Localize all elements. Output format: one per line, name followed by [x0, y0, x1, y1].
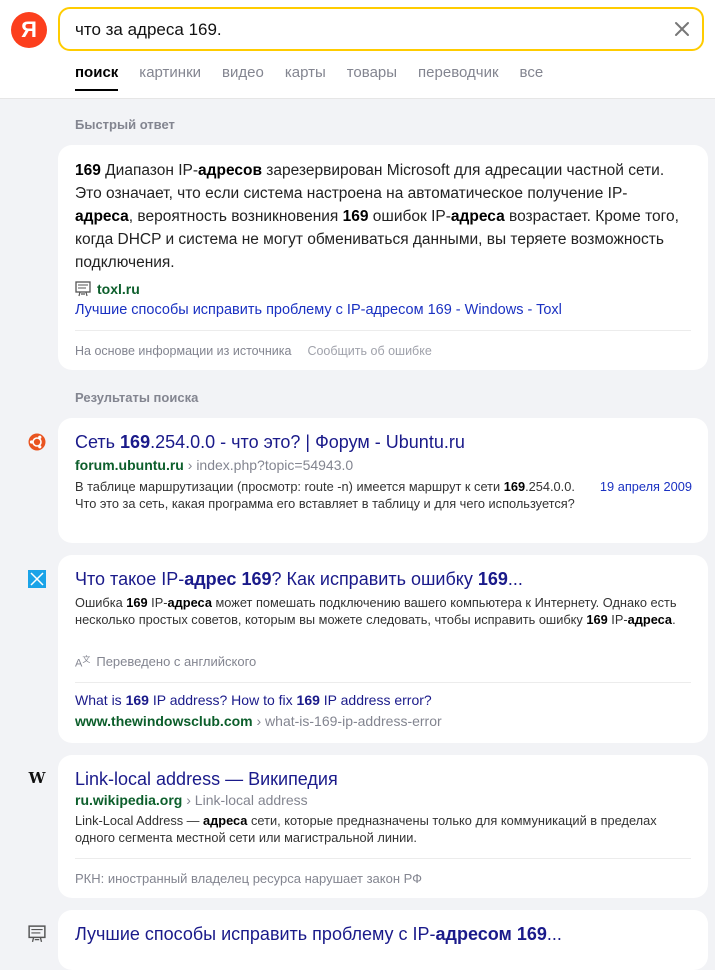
result-title-link[interactable]: Link-local address — Википедия — [75, 769, 338, 790]
quick-answer-heading: Быстрый ответ — [75, 117, 175, 132]
divider — [75, 330, 691, 331]
translated-label: Переведено с английского — [96, 654, 257, 670]
quick-answer-link[interactable]: Лучшие способы исправить проблему с IP-а… — [75, 302, 562, 318]
result-url[interactable]: www.thewindowsclub.com › what-is-169-ip-… — [75, 713, 442, 729]
title-fragment: Link-local address — Википедия — [75, 769, 338, 789]
title-fragment: 169 — [296, 692, 320, 708]
tab-translator[interactable]: переводчик — [418, 64, 498, 91]
title-fragment: Что такое IP- — [75, 569, 185, 589]
result-snippet: В таблице маршрутизации (просмотр: route… — [75, 478, 595, 512]
snippet-fragment: адреса — [627, 612, 673, 627]
text-fragment: ошибок IP- — [368, 208, 451, 225]
result-title-link[interactable]: Сеть 169.254.0.0 - что это? | Форум - Ub… — [75, 432, 465, 453]
close-icon[interactable] — [672, 19, 692, 39]
result-host[interactable]: www.thewindowsclub.com — [75, 713, 253, 729]
text-fragment: Диапазон IP- — [100, 162, 199, 179]
results-heading: Результаты поиска — [75, 390, 199, 405]
title-fragment: Лучшие способы исправить проблему с IP- — [75, 924, 436, 944]
search-result-card: Лучшие способы исправить проблему с IP-а… — [58, 910, 708, 970]
title-fragment: ... — [507, 569, 523, 589]
title-fragment: 169 — [477, 569, 508, 589]
title-fragment: 169 — [241, 569, 272, 589]
search-box[interactable] — [58, 7, 704, 51]
search-result-card: Сеть 169.254.0.0 - что это? | Форум - Ub… — [58, 418, 708, 543]
title-fragment: адресом — [435, 924, 512, 944]
original-title-link[interactable]: What is 169 IP address? How to fix 169 I… — [75, 692, 432, 708]
divider — [75, 858, 691, 859]
text-fragment: адресов — [198, 162, 262, 179]
quick-answer-footer: На основе информации из источника Сообщи… — [75, 344, 432, 358]
rkn-notice: РКН: иностранный владелец ресурса наруша… — [75, 871, 423, 886]
result-date: 19 апреля 2009 — [599, 479, 692, 494]
title-fragment: IP address error? — [319, 692, 432, 708]
result-host[interactable]: ru.wikipedia.org — [75, 792, 182, 808]
title-fragment: Сеть — [75, 432, 121, 452]
tab-products[interactable]: товары — [347, 64, 397, 91]
result-path[interactable]: › what-is-169-ip-address-error — [253, 713, 441, 729]
title-fragment: 169 — [516, 924, 547, 944]
tab-all[interactable]: все — [520, 64, 544, 91]
result-title-link[interactable]: Что такое IP-адрес 169? Как исправить ош… — [75, 569, 523, 590]
result-url[interactable]: ru.wikipedia.org › Link-local address — [75, 792, 308, 808]
snippet-fragment: . — [672, 612, 676, 627]
toxl-icon — [28, 925, 46, 943]
result-url[interactable]: forum.ubuntu.ru › index.php?topic=54943.… — [75, 457, 353, 473]
yandex-logo[interactable]: Я — [11, 12, 47, 48]
title-fragment: ? Как исправить ошибку — [271, 569, 478, 589]
text-fragment: 169 — [75, 162, 101, 179]
text-fragment: адреса — [75, 208, 129, 225]
quick-answer-text: 169 Диапазон IP-адресов зарезервирован M… — [75, 159, 685, 274]
snippet-fragment: В таблице маршрутизации (просмотр: route… — [75, 479, 504, 494]
snippet-fragment: 169 — [126, 595, 148, 610]
translated-note: A文 Переведено с английского — [75, 654, 257, 670]
quick-answer-source[interactable]: toxl.ru — [75, 281, 140, 297]
windows-icon — [28, 570, 46, 588]
snippet-fragment: адреса — [203, 813, 248, 828]
title-fragment: .254.0.0 - что это? | Форум - Ubuntu.ru — [150, 432, 465, 452]
snippet-fragment: 169 — [586, 612, 608, 627]
title-fragment: ... — [546, 924, 562, 944]
search-result-card: Что такое IP-адрес 169? Как исправить ош… — [58, 555, 708, 743]
title-fragment: 169 — [125, 692, 149, 708]
tab-maps[interactable]: карты — [285, 64, 326, 91]
snippet-fragment: IP- — [147, 595, 168, 610]
search-input[interactable] — [75, 19, 655, 41]
header: Я поиск картинки видео карты товары пере… — [0, 0, 715, 99]
title-fragment: адрес — [184, 569, 237, 589]
search-result-card: Link-local address — Википедия ru.wikipe… — [58, 755, 708, 898]
snippet-fragment: Link-Local Address — — [75, 813, 204, 828]
report-error-link[interactable]: Сообщить об ошибке — [307, 344, 431, 358]
title-fragment: IP address? How to fix — [148, 692, 297, 708]
result-host[interactable]: forum.ubuntu.ru — [75, 457, 184, 473]
quick-answer-source-name[interactable]: toxl.ru — [97, 281, 140, 297]
result-snippet: Ошибка 169 IP-адреса может помешать подк… — [75, 594, 690, 628]
snippet-fragment: адреса — [167, 595, 212, 610]
snippet-fragment: 169 — [503, 479, 526, 494]
translate-icon: A文 — [75, 655, 91, 670]
title-fragment: What is — [75, 692, 126, 708]
result-snippet: Link-Local Address — адреса сети, которы… — [75, 812, 690, 846]
tab-search[interactable]: поиск — [75, 64, 119, 91]
toxl-icon — [75, 281, 91, 297]
divider — [75, 682, 691, 683]
snippet-fragment: Ошибка — [75, 595, 127, 610]
snippet-fragment: IP- — [607, 612, 628, 627]
text-fragment: адреса — [450, 208, 505, 225]
quick-answer-card: 169 Диапазон IP-адресов зарезервирован M… — [58, 145, 708, 370]
result-title-link[interactable]: Лучшие способы исправить проблему с IP-а… — [75, 924, 562, 945]
title-fragment: 169 — [120, 432, 151, 452]
tab-images[interactable]: картинки — [139, 64, 201, 91]
search-tabs: поиск картинки видео карты товары перево… — [75, 64, 564, 91]
wikipedia-icon: W — [28, 769, 46, 787]
tab-video[interactable]: видео — [222, 64, 264, 91]
based-on-source-link[interactable]: На основе информации из источника — [75, 344, 291, 358]
text-fragment: 169 — [342, 208, 369, 225]
result-path[interactable]: › index.php?topic=54943.0 — [184, 457, 353, 473]
ubuntu-icon — [28, 433, 46, 451]
result-path[interactable]: › Link-local address — [182, 792, 307, 808]
text-fragment: , вероятность возникновения — [128, 208, 343, 225]
